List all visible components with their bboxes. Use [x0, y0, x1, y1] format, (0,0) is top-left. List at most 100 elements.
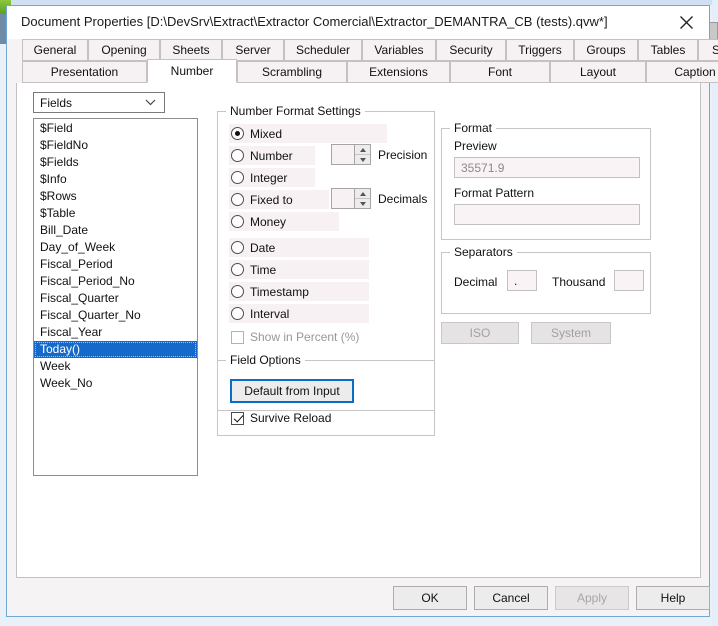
format-group-title: Format [450, 121, 497, 135]
field-scope-dropdown[interactable]: Fields [33, 92, 165, 113]
radio-label: Time [250, 262, 277, 277]
field-options-title: Field Options [226, 353, 305, 367]
radio-number[interactable]: Number [229, 146, 315, 165]
decimals-decrement-button[interactable] [355, 199, 370, 208]
tab-variables[interactable]: Variables [362, 39, 436, 61]
tab-triggers[interactable]: Triggers [506, 39, 574, 61]
list-item[interactable]: Fiscal_Year [34, 324, 197, 341]
tab-tables[interactable]: Tables [638, 39, 698, 61]
dialog-title: Document Properties [D:\DevSrv\Extract\E… [21, 14, 608, 29]
tab-layout[interactable]: Layout [550, 61, 646, 83]
radio-timestamp[interactable]: Timestamp [229, 282, 369, 301]
tab-scheduler[interactable]: Scheduler [284, 39, 362, 61]
tab-label: Extensions [369, 65, 428, 79]
decimals-label: Decimals [378, 192, 428, 206]
field-list[interactable]: $Field $FieldNo $Fields $Info $Rows $Table Bil… [33, 118, 198, 476]
list-item[interactable]: Bill_Date [34, 222, 197, 239]
radio-label: Number [250, 148, 293, 163]
tab-presentation[interactable]: Presentation [22, 61, 147, 83]
decimals-stepper-buttons[interactable] [354, 189, 370, 208]
radio-indicator [231, 241, 244, 254]
list-item[interactable]: $FieldNo [34, 137, 197, 154]
tab-label: Presentation [50, 65, 119, 79]
precision-stepper[interactable] [331, 144, 371, 165]
tab-server[interactable]: Server [222, 39, 284, 61]
survive-reload-checkbox[interactable]: Survive Reload [231, 411, 331, 425]
radio-label: Mixed [250, 126, 283, 141]
preview-label: Preview [454, 139, 497, 153]
show-in-percent-checkbox[interactable]: Show in Percent (%) [231, 330, 359, 344]
separators-group-title: Separators [450, 245, 517, 259]
iso-button[interactable]: ISO [441, 322, 519, 344]
apply-button[interactable]: Apply [555, 586, 629, 610]
dialog-title-bar[interactable]: Document Properties [D:\DevSrv\Extract\E… [7, 6, 709, 39]
list-item[interactable]: Week [34, 358, 197, 375]
field-scope-value: Fields [40, 95, 73, 110]
tab-label: Scheduler [295, 43, 351, 57]
tab-extensions[interactable]: Extensions [347, 61, 450, 83]
precision-value [332, 145, 354, 164]
radio-indicator [231, 307, 244, 320]
radio-fixed-to[interactable]: Fixed to [229, 190, 329, 209]
list-item[interactable]: Fiscal_Quarter [34, 290, 197, 307]
precision-increment-button[interactable] [355, 145, 370, 155]
system-button[interactable]: System [531, 322, 611, 344]
radio-indicator [231, 263, 244, 276]
tab-sort[interactable]: Sort [698, 39, 718, 61]
list-item[interactable]: Today() [34, 341, 197, 358]
list-item[interactable]: $Rows [34, 188, 197, 205]
decimal-separator-input[interactable]: . [507, 270, 537, 291]
format-pattern-label: Format Pattern [454, 186, 535, 200]
list-item[interactable]: $Info [34, 171, 197, 188]
radio-time[interactable]: Time [229, 260, 369, 279]
tab-general[interactable]: General [22, 39, 88, 61]
tab-label: Number [170, 64, 214, 78]
radio-interval[interactable]: Interval [229, 304, 369, 323]
ok-button[interactable]: OK [393, 586, 467, 610]
tab-security[interactable]: Security [436, 39, 506, 61]
radio-integer[interactable]: Integer [229, 168, 315, 187]
list-item[interactable]: $Fields [34, 154, 197, 171]
chevron-down-icon [145, 99, 164, 106]
cancel-button[interactable]: Cancel [474, 586, 548, 610]
list-item[interactable]: Day_of_Week [34, 239, 197, 256]
decimals-increment-button[interactable] [355, 189, 370, 199]
tab-label: Sheets [172, 43, 210, 57]
help-button[interactable]: Help [636, 586, 710, 610]
precision-decrement-button[interactable] [355, 155, 370, 164]
list-item[interactable]: Fiscal_Quarter_No [34, 307, 197, 324]
tab-label: Layout [579, 65, 617, 79]
list-item[interactable]: Week_No [34, 375, 197, 392]
list-item[interactable]: Fiscal_Period_No [34, 273, 197, 290]
precision-stepper-buttons[interactable] [354, 145, 370, 164]
list-item[interactable]: Fiscal_Period [34, 256, 197, 273]
radio-label: Fixed to [250, 192, 293, 207]
radio-money[interactable]: Money [229, 212, 339, 231]
dialog-button-bar: OK Cancel Apply Help [7, 578, 710, 616]
close-icon[interactable] [663, 6, 709, 38]
show-in-percent-label: Show in Percent (%) [250, 330, 360, 344]
tab-label: Tables [650, 43, 686, 57]
tab-caption[interactable]: Caption [646, 61, 718, 83]
preview-value-field: 35571.9 [454, 157, 640, 178]
radio-indicator [231, 285, 244, 298]
format-group: Format Preview 35571.9 Format Pattern [441, 121, 651, 240]
thousand-separator-input[interactable] [614, 270, 644, 291]
tab-number[interactable]: Number [147, 59, 237, 83]
tab-opening[interactable]: Opening [88, 39, 160, 61]
list-item[interactable]: $Field [34, 120, 197, 137]
radio-indicator [231, 193, 244, 206]
tab-sheets[interactable]: Sheets [160, 39, 222, 61]
tab-groups[interactable]: Groups [574, 39, 638, 61]
tab-row-1: General Opening Sheets Server Scheduler Varia… [16, 39, 718, 61]
tab-scrambling[interactable]: Scrambling [237, 61, 347, 83]
decimals-stepper[interactable] [331, 188, 371, 209]
number-format-settings-title: Number Format Settings [226, 104, 365, 118]
radio-mixed[interactable]: Mixed [229, 124, 387, 143]
default-from-input-button[interactable]: Default from Input [230, 379, 354, 403]
tab-label: General [33, 43, 77, 57]
format-pattern-input[interactable] [454, 204, 640, 225]
list-item[interactable]: $Table [34, 205, 197, 222]
tab-font[interactable]: Font [450, 61, 550, 83]
radio-date[interactable]: Date [229, 238, 369, 257]
